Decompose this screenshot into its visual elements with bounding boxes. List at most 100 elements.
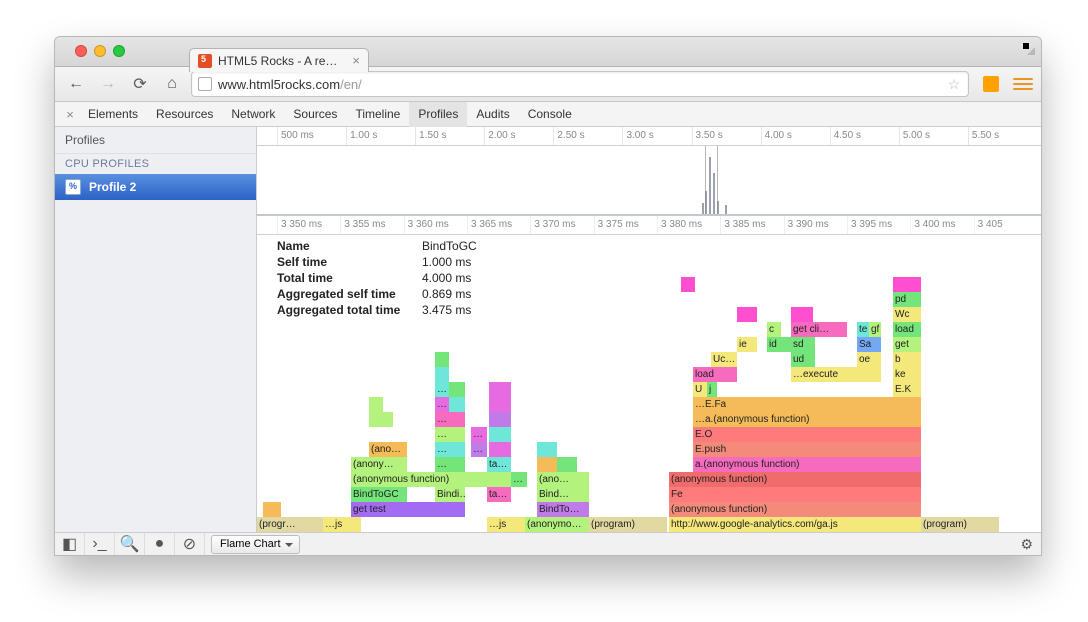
flame-cell[interactable]: …js	[487, 517, 525, 532]
flame-cell[interactable]: te	[857, 322, 869, 337]
flame-cell[interactable]: ke	[893, 367, 921, 382]
flame-cell[interactable]: (progr…	[257, 517, 323, 532]
devtab-audits[interactable]: Audits	[467, 102, 518, 127]
flame-cell[interactable]: Wc	[893, 307, 921, 322]
flame-cell[interactable]: …E.Fa	[693, 397, 921, 412]
flame-cell[interactable]: (anonymous function)	[669, 472, 921, 487]
flame-cell[interactable]	[369, 412, 383, 427]
flame-cell[interactable]: (anonymo…	[525, 517, 589, 532]
flame-cell[interactable]	[489, 412, 511, 427]
devtab-network[interactable]: Network	[222, 102, 284, 127]
flame-cell[interactable]: (program)	[589, 517, 667, 532]
flame-cell[interactable]: E.push	[693, 442, 921, 457]
flame-cell[interactable]	[435, 367, 449, 382]
bookmark-star-icon[interactable]: ☆	[946, 76, 962, 93]
flame-cell[interactable]: a.(anonymous function)	[693, 457, 921, 472]
flame-cell[interactable]: BindTo…	[537, 502, 589, 517]
minimize-window-button[interactable]	[94, 45, 106, 57]
flame-cell[interactable]: ta…	[487, 487, 511, 502]
flame-cell[interactable]	[449, 397, 465, 412]
flame-cell[interactable]: (program)	[921, 517, 999, 532]
flame-cell[interactable]	[791, 307, 813, 322]
flame-cell[interactable]	[489, 382, 511, 397]
flame-cell[interactable]	[489, 442, 511, 457]
devtab-profiles[interactable]: Profiles	[409, 102, 467, 127]
flame-cell[interactable]: Uc…	[711, 352, 737, 367]
flame-cell[interactable]	[893, 277, 921, 292]
flame-cell[interactable]: …js	[323, 517, 361, 532]
flame-cell[interactable]: load	[693, 367, 737, 382]
flame-cell[interactable]: b	[893, 352, 921, 367]
flame-cell[interactable]: Sa	[857, 337, 881, 352]
flame-cell[interactable]: Bindi…	[435, 487, 465, 502]
flame-cell[interactable]: (ano…	[369, 442, 407, 457]
url-input[interactable]: www.html5rocks.com/en/ ☆	[191, 71, 969, 97]
view-select[interactable]: Flame Chart	[211, 535, 300, 554]
flame-chart[interactable]: NameBindToGC Self time1.000 ms Total tim…	[257, 235, 1041, 532]
flame-cell[interactable]: pd	[893, 292, 921, 307]
flame-cell[interactable]: …	[435, 457, 465, 472]
zoom-window-button[interactable]	[113, 45, 125, 57]
flame-cell[interactable]: (anony…	[351, 457, 407, 472]
flame-cell[interactable]: …	[435, 412, 465, 427]
reload-button[interactable]: ⟳	[127, 71, 153, 97]
flame-cell[interactable]: ta…	[487, 457, 511, 472]
devtab-elements[interactable]: Elements	[79, 102, 147, 127]
flame-cell[interactable]	[557, 457, 577, 472]
overview-chart[interactable]	[257, 146, 1041, 216]
flame-cell[interactable]: …execute	[791, 367, 881, 382]
flame-cell[interactable]: http://www.google-analytics.com/ga.js	[669, 517, 921, 532]
flame-cell[interactable]	[737, 307, 757, 322]
flame-cell[interactable]: (anonymous function)	[351, 472, 519, 487]
flame-cell[interactable]: c	[767, 322, 781, 337]
flame-cell[interactable]	[489, 427, 511, 442]
flame-cell[interactable]: …	[435, 382, 449, 397]
flame-cell[interactable]: …	[435, 397, 449, 412]
tab-close-icon[interactable]: ×	[352, 53, 360, 68]
detail-ruler[interactable]: 3 350 ms3 355 ms3 360 ms3 365 ms3 370 ms…	[257, 216, 1041, 235]
dock-button[interactable]: ◧	[55, 533, 85, 556]
devtab-timeline[interactable]: Timeline	[346, 102, 409, 127]
flame-cell[interactable]: oe	[857, 352, 881, 367]
devtab-sources[interactable]: Sources	[284, 102, 346, 127]
flame-cell[interactable]: get	[893, 337, 921, 352]
flame-cell[interactable]: E.K	[893, 382, 921, 397]
flame-cell[interactable]: get test	[351, 502, 465, 517]
flame-cell[interactable]: Bind…	[537, 487, 589, 502]
flame-cell[interactable]: …	[471, 442, 487, 457]
flame-cell[interactable]	[681, 277, 695, 292]
flame-cell[interactable]: …	[471, 427, 487, 442]
settings-gear-icon[interactable]: ⚙	[1020, 536, 1033, 553]
flame-cell[interactable]: …	[435, 442, 465, 457]
flame-cell[interactable]	[537, 457, 557, 472]
flame-cell[interactable]: E.O	[693, 427, 921, 442]
search-button[interactable]: 🔍	[115, 533, 145, 556]
flame-cell[interactable]	[263, 502, 281, 517]
flame-cell[interactable]: …	[435, 427, 465, 442]
record-button[interactable]: ●	[145, 533, 175, 556]
close-window-button[interactable]	[75, 45, 87, 57]
clear-button[interactable]: ⊘	[175, 533, 205, 556]
sidebar-item-profile-2[interactable]: Profile 2	[55, 174, 256, 200]
overview-ruler[interactable]: 500 ms1.00 s1.50 s2.00 s2.50 s3.00 s3.50…	[257, 127, 1041, 146]
flame-cell[interactable]	[369, 397, 383, 412]
flame-cell[interactable]: Fe	[669, 487, 921, 502]
browser-tab[interactable]: HTML5 Rocks - A resource ×	[189, 48, 369, 72]
devtools-close-icon[interactable]: ×	[61, 107, 79, 122]
flame-cell[interactable]	[449, 382, 465, 397]
flame-cell[interactable]: BindToGC	[351, 487, 407, 502]
menu-button[interactable]	[1013, 78, 1033, 90]
devtab-resources[interactable]: Resources	[147, 102, 222, 127]
flame-cell[interactable]: …a.(anonymous function)	[693, 412, 921, 427]
flame-cell[interactable]	[489, 397, 511, 412]
flame-cell[interactable]: sd	[791, 337, 815, 352]
console-toggle-button[interactable]: ›_	[85, 533, 115, 556]
flame-cell[interactable]: (anonymous function)	[669, 502, 921, 517]
flame-cell[interactable]	[537, 442, 557, 457]
flame-cell[interactable]: …	[511, 472, 527, 487]
devtab-console[interactable]: Console	[519, 102, 581, 127]
flame-cell[interactable]	[383, 412, 393, 427]
extension-icon[interactable]	[983, 76, 999, 92]
forward-button[interactable]: →	[95, 71, 121, 97]
flame-cell[interactable]: U	[693, 382, 707, 397]
